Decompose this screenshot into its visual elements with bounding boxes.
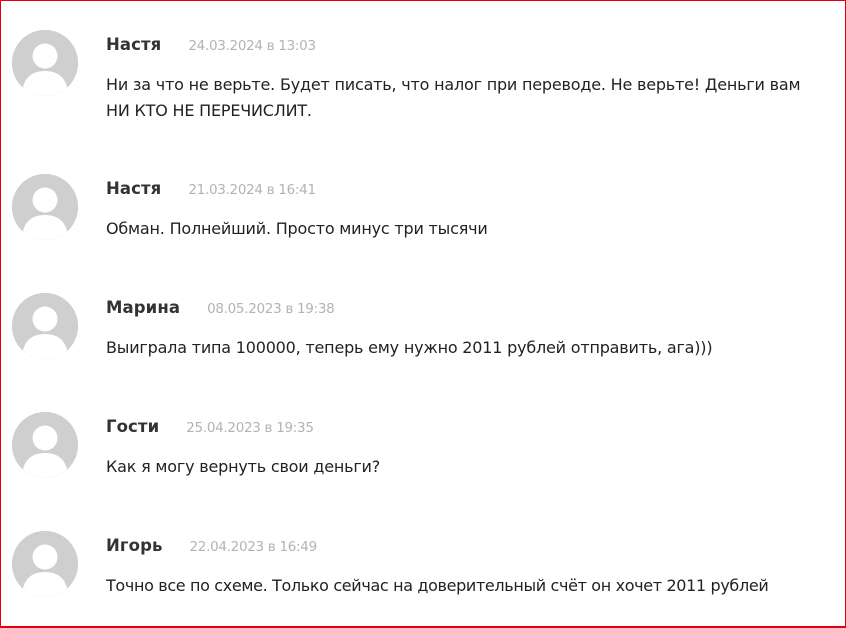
comment-author[interactable]: Гости — [106, 417, 159, 436]
comment-meta: Настя 24.03.2024 в 13:03 — [106, 35, 316, 57]
comment-author[interactable]: Настя — [106, 35, 161, 54]
comment-text: Как я могу вернуть свои деньги? — [106, 457, 381, 476]
comment-date[interactable]: 24.03.2024 в 13:03 — [188, 38, 316, 54]
comment-text: Точно все по схеме. Только сейчас на дов… — [106, 576, 769, 595]
default-user-avatar-icon — [12, 531, 78, 597]
comment-text: Выиграла типа 100000, теперь ему нужно 2… — [106, 338, 713, 357]
comment-author[interactable]: Марина — [106, 298, 180, 317]
default-user-avatar-icon — [12, 293, 78, 359]
comment-text: Обман. Полнейший. Просто минус три тысяч… — [106, 219, 488, 238]
comment-date[interactable]: 08.05.2023 в 19:38 — [207, 301, 335, 317]
comment-author[interactable]: Игорь — [106, 536, 163, 555]
comment-meta: Гости 25.04.2023 в 19:35 — [106, 417, 314, 439]
comment-date[interactable]: 22.04.2023 в 16:49 — [190, 539, 318, 555]
comment-meta: Марина 08.05.2023 в 19:38 — [106, 298, 335, 320]
comment-text: Ни за что не верьте. Будет писать, что н… — [106, 75, 801, 120]
comment-meta: Настя 21.03.2024 в 16:41 — [106, 179, 316, 201]
default-user-avatar-icon — [12, 412, 78, 478]
comment-date[interactable]: 25.04.2023 в 19:35 — [186, 420, 314, 436]
comment-date[interactable]: 21.03.2024 в 16:41 — [188, 182, 316, 198]
comment-author[interactable]: Настя — [106, 179, 161, 198]
comment-meta: Игорь 22.04.2023 в 16:49 — [106, 536, 317, 558]
comments-list: Настя 24.03.2024 в 13:03 Ни за что не ве… — [0, 0, 846, 628]
default-user-avatar-icon — [12, 174, 78, 240]
default-user-avatar-icon — [12, 30, 78, 96]
